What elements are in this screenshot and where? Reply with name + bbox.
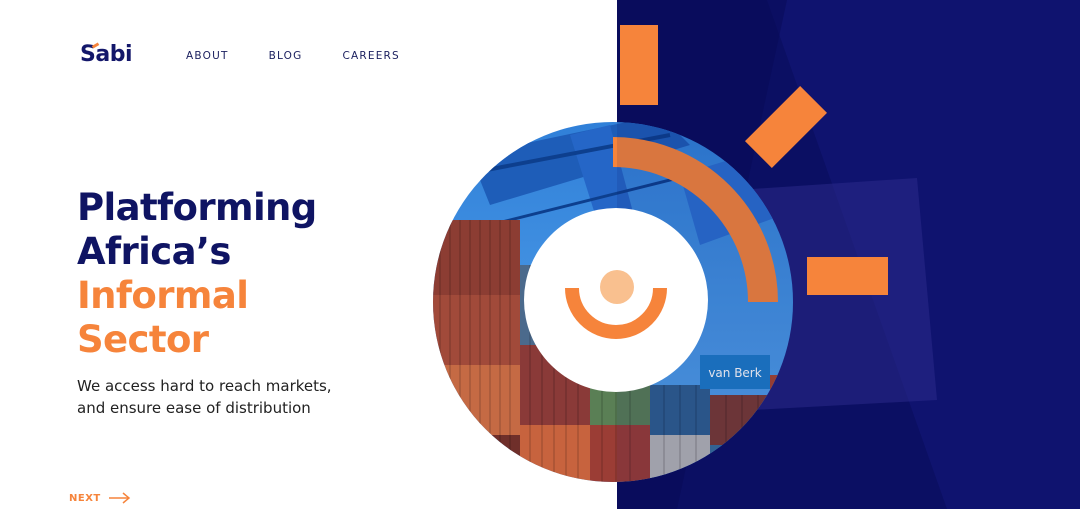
- logo-text: Sabi: [80, 42, 132, 67]
- arrow-right-icon: [108, 492, 130, 504]
- nav-about[interactable]: ABOUT: [186, 50, 229, 62]
- main-nav: ABOUT BLOG CAREERS: [186, 50, 440, 62]
- hero-title-line-2: Africa’s: [77, 230, 231, 273]
- hero-circle-graphic: van Berk: [430, 115, 810, 495]
- orange-ray-right: [807, 257, 888, 295]
- hero-title-line-3: Informal: [77, 274, 249, 317]
- nav-blog[interactable]: BLOG: [269, 50, 303, 62]
- hero-subtitle: We access hard to reach markets, and ens…: [77, 375, 377, 419]
- next-label: NEXT: [69, 492, 101, 504]
- hero-subtitle-line-1: We access hard to reach markets,: [77, 377, 332, 395]
- hero-title-line-4: Sector: [77, 318, 209, 361]
- orange-ray-top: [620, 25, 658, 105]
- sabi-logo[interactable]: Sabi: [80, 42, 132, 67]
- next-link[interactable]: NEXT: [69, 492, 131, 504]
- smile-head-icon: [600, 270, 634, 304]
- hero-title: Platforming Africa’s Informal Sector: [77, 186, 317, 362]
- hero-subtitle-line-2: and ensure ease of distribution: [77, 399, 311, 417]
- hero-title-line-1: Platforming: [77, 186, 317, 229]
- nav-careers[interactable]: CAREERS: [342, 50, 399, 62]
